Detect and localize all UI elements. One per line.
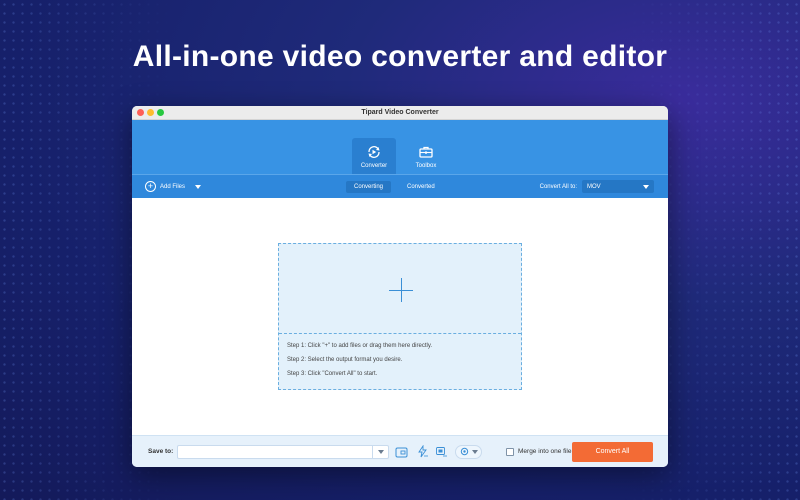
settings-button[interactable] <box>455 444 482 459</box>
app-window: Tipard Video Converter Converter Toolbox <box>132 106 668 467</box>
minimize-window-button[interactable] <box>147 109 154 116</box>
tab-converter-label: Converter <box>360 162 388 169</box>
add-files-label: Add Files <box>160 183 186 190</box>
hardware-acceleration-button[interactable] <box>415 445 429 459</box>
add-files-dropdown-icon[interactable] <box>195 184 202 189</box>
tab-toolbox-label: Toolbox <box>415 162 437 169</box>
step-1: Step 1: Click "+" to add files or drag t… <box>287 343 433 349</box>
footer-bar: Save to: Merge into one file Convert All <box>132 435 668 467</box>
gear-icon <box>460 447 468 456</box>
subtab-converted[interactable]: Converted <box>399 181 443 193</box>
chevron-down-icon <box>377 449 384 454</box>
instruction-steps: Step 1: Click "+" to add files or drag t… <box>279 334 521 394</box>
save-to-label: Save to: <box>148 448 174 455</box>
converter-subtabs: Converting Converted <box>346 180 443 193</box>
plus-icon-vertical <box>401 278 402 302</box>
merge-label: Merge into one file <box>518 448 572 455</box>
maximize-window-button[interactable] <box>157 109 164 116</box>
converter-icon <box>368 145 380 158</box>
drop-zone[interactable]: Step 1: Click "+" to add files or drag t… <box>278 243 522 390</box>
converter-toolbar: + Add Files Converting Converted Convert… <box>132 174 668 198</box>
save-path-dropdown-button[interactable] <box>372 445 388 458</box>
step-2: Step 2: Select the output format you des… <box>287 357 403 363</box>
headline: All-in-one video converter and editor <box>132 40 668 73</box>
convert-all-button[interactable]: Convert All <box>572 441 653 462</box>
tab-toolbox[interactable]: Toolbox <box>404 138 448 174</box>
subtab-converting[interactable]: Converting <box>346 180 392 193</box>
merge-checkbox[interactable] <box>506 447 514 456</box>
open-folder-button[interactable] <box>394 445 408 459</box>
step-3: Step 3: Click "Convert All" to start. <box>287 371 378 377</box>
convert-all-to-label: Convert All to: <box>539 183 577 190</box>
close-window-button[interactable] <box>137 109 144 116</box>
title-bar: Tipard Video Converter <box>132 106 668 120</box>
toolbox-icon <box>419 146 433 158</box>
chevron-down-icon <box>471 449 478 454</box>
output-format-select[interactable]: MOV <box>582 180 654 193</box>
gpu-icon <box>435 447 447 457</box>
top-navigation: Converter Toolbox <box>132 120 668 174</box>
save-path-field[interactable] <box>177 444 389 459</box>
window-title: Tipard Video Converter <box>361 109 439 116</box>
chevron-down-icon <box>643 184 649 189</box>
window-controls <box>137 109 164 116</box>
add-files-button[interactable]: + Add Files <box>145 181 202 192</box>
tab-converter[interactable]: Converter <box>352 138 396 174</box>
output-format-value: MOV <box>587 183 601 190</box>
add-file-plus-area[interactable] <box>279 244 521 334</box>
merge-into-one-file[interactable]: Merge into one file <box>506 447 572 456</box>
gpu-acceleration-button[interactable] <box>434 445 448 459</box>
lightning-icon <box>417 445 428 458</box>
folder-icon <box>395 447 407 457</box>
add-circle-icon: + <box>145 181 156 192</box>
convert-all-to: Convert All to: MOV <box>540 180 654 193</box>
file-list-area: Step 1: Click "+" to add files or drag t… <box>132 198 668 435</box>
